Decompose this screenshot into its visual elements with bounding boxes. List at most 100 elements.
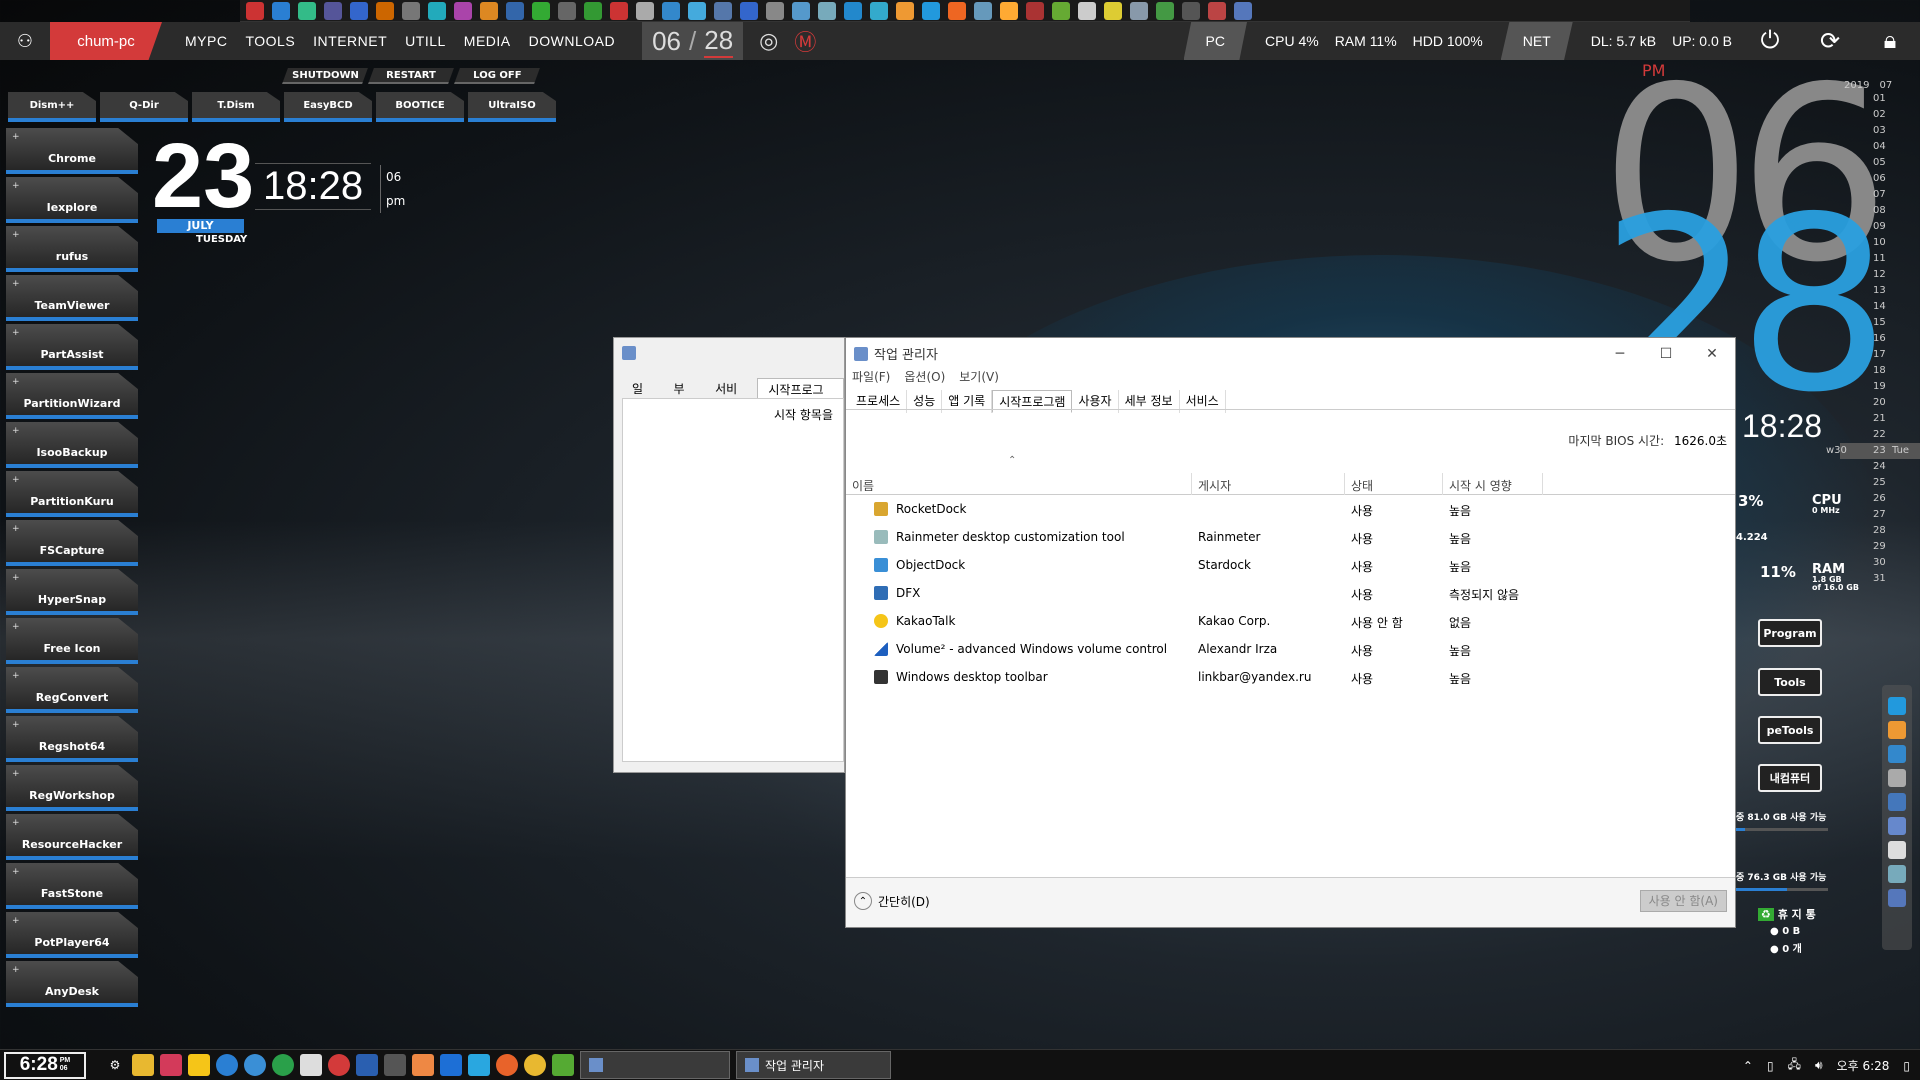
tray-expand-icon[interactable]: ⌃	[1743, 1059, 1753, 1073]
tool-tdism[interactable]: T.Dism	[192, 92, 280, 122]
app-icon[interactable]	[636, 2, 654, 20]
menu-media[interactable]: MEDIA	[464, 33, 511, 49]
table-row[interactable]: Rainmeter desktop customization tool Rai…	[846, 526, 1735, 549]
app-icon[interactable]	[376, 2, 394, 20]
app-icon[interactable]	[298, 2, 316, 20]
table-row[interactable]: KakaoTalk Kakao Corp. 사용 안 함 없음	[846, 610, 1735, 633]
launcher-item[interactable]: + Iexplore	[6, 177, 138, 223]
app-icon[interactable]	[246, 2, 264, 20]
menu-file[interactable]: 파일(F)	[852, 368, 890, 385]
recycle-bin[interactable]: ♻ 휴 지 통	[1758, 906, 1816, 922]
launcher-item[interactable]: + HyperSnap	[6, 569, 138, 615]
taskbar-clock[interactable]: 6:28 PM 06	[4, 1051, 86, 1079]
column-publisher[interactable]: 게시자	[1198, 477, 1231, 494]
app-icon[interactable]	[1026, 2, 1044, 20]
tools-button[interactable]: Tools	[1758, 668, 1822, 696]
app-icon[interactable]	[216, 1054, 238, 1076]
app-icon[interactable]	[870, 2, 888, 20]
menu-tools[interactable]: TOOLS	[245, 33, 295, 49]
app-icon[interactable]	[740, 2, 758, 20]
app-icon[interactable]	[1208, 2, 1226, 20]
app-icon[interactable]	[1130, 2, 1148, 20]
launcher-item[interactable]: + RegWorkshop	[6, 765, 138, 811]
app-icon[interactable]	[506, 2, 524, 20]
disable-button[interactable]: 사용 안 함(A)	[1639, 890, 1727, 912]
table-row[interactable]: Windows desktop toolbar linkbar@yandex.r…	[846, 666, 1735, 689]
table-row[interactable]: RocketDock 사용 높음	[846, 498, 1735, 521]
app-icon[interactable]	[1888, 889, 1906, 907]
app-icon[interactable]	[844, 2, 862, 20]
app-icon[interactable]	[1888, 865, 1906, 883]
app-icon[interactable]	[244, 1054, 266, 1076]
edge-icon[interactable]	[440, 1054, 462, 1076]
launcher-item[interactable]: + FastStone	[6, 863, 138, 909]
maximize-button[interactable]: ☐	[1643, 338, 1689, 370]
app-icon[interactable]	[1234, 2, 1252, 20]
app-icon[interactable]	[1078, 2, 1096, 20]
app-icon[interactable]	[1888, 745, 1906, 763]
app-icon[interactable]	[818, 2, 836, 20]
launcher-item[interactable]: + PartitionWizard	[6, 373, 138, 419]
app-icon[interactable]	[922, 2, 940, 20]
app-icon[interactable]	[948, 2, 966, 20]
app-icon[interactable]	[662, 2, 680, 20]
launcher-item[interactable]: + Regshot64	[6, 716, 138, 762]
app-icon[interactable]	[300, 1054, 322, 1076]
app-icon[interactable]	[272, 1054, 294, 1076]
app-icon[interactable]	[610, 2, 628, 20]
launcher-item[interactable]: + Chrome	[6, 128, 138, 174]
app-icon[interactable]	[1182, 2, 1200, 20]
app-icon[interactable]	[792, 2, 810, 20]
table-row[interactable]: Volume² - advanced Windows volume contro…	[846, 638, 1735, 661]
launcher-item[interactable]: + rufus	[6, 226, 138, 272]
monitor-icon[interactable]	[384, 1054, 406, 1076]
chrome-icon[interactable]	[524, 1054, 546, 1076]
gmail-icon[interactable]: Ⓜ	[794, 25, 816, 57]
logo-icon[interactable]: ⚇	[0, 22, 50, 60]
app-icon[interactable]	[1000, 2, 1018, 20]
notification-icon[interactable]: ▯	[1903, 1059, 1910, 1073]
kakaotalk-icon[interactable]	[188, 1054, 210, 1076]
menu-utill[interactable]: UTILL	[405, 33, 446, 49]
my-computer-button[interactable]: 내컴퓨터	[1758, 764, 1822, 792]
volume-icon[interactable]: 🔊︎	[1815, 1058, 1823, 1073]
column-status[interactable]: 상태	[1351, 477, 1373, 494]
firefox-icon[interactable]	[496, 1054, 518, 1076]
app-icon[interactable]	[1104, 2, 1122, 20]
tool-ultraiso[interactable]: UltraISO	[468, 92, 556, 122]
launcher-item[interactable]: + AnyDesk	[6, 961, 138, 1007]
gear-icon[interactable]: ⚙	[104, 1054, 126, 1076]
launcher-item[interactable]: + Free Icon	[6, 618, 138, 664]
launcher-item[interactable]: + PartAssist	[6, 324, 138, 370]
shutdown-button[interactable]: SHUTDOWN	[282, 68, 368, 84]
app-icon[interactable]	[688, 2, 706, 20]
tablet-icon[interactable]: ▯	[1767, 1059, 1774, 1073]
ie-icon[interactable]	[1888, 697, 1906, 715]
app-icon[interactable]	[1888, 841, 1906, 859]
logoff-button[interactable]: LOG OFF	[454, 68, 540, 84]
app-icon[interactable]	[428, 2, 446, 20]
petools-button[interactable]: peTools	[1758, 716, 1822, 744]
chrome-icon[interactable]: ◎	[759, 28, 778, 54]
app-icon[interactable]	[1888, 769, 1906, 787]
taskbar-task-system-config[interactable]	[580, 1051, 730, 1079]
app-icon[interactable]	[350, 2, 368, 20]
menu-options[interactable]: 옵션(O)	[904, 368, 945, 385]
tool-qdir[interactable]: Q-Dir	[100, 92, 188, 122]
tray-time[interactable]: 오후 6:28	[1837, 1057, 1890, 1074]
menu-internet[interactable]: INTERNET	[313, 33, 387, 49]
column-name[interactable]: 이름	[852, 477, 874, 494]
app-icon[interactable]	[480, 2, 498, 20]
app-icon[interactable]	[272, 2, 290, 20]
minimize-button[interactable]: ─	[1597, 338, 1643, 370]
pc-name-badge[interactable]: chum-pc	[50, 22, 162, 60]
launcher-item[interactable]: + TeamViewer	[6, 275, 138, 321]
tool-easybcd[interactable]: EasyBCD	[284, 92, 372, 122]
app-icon[interactable]	[328, 1054, 350, 1076]
table-row[interactable]: ObjectDock Stardock 사용 높음	[846, 554, 1735, 577]
app-icon[interactable]	[324, 2, 342, 20]
ie-icon[interactable]	[468, 1054, 490, 1076]
app-icon[interactable]	[558, 2, 576, 20]
app-icon[interactable]	[1052, 2, 1070, 20]
network-icon[interactable]: 🖧︎	[1788, 1055, 1801, 1076]
